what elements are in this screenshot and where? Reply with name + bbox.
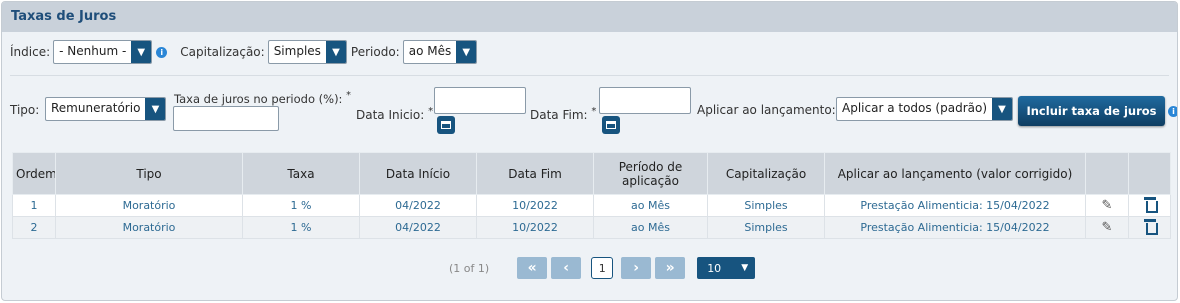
data-inicio-input[interactable] bbox=[434, 87, 526, 114]
chevron-down-icon: ▼ bbox=[456, 41, 477, 63]
data-inicio-label-text: Data Inicio: bbox=[356, 108, 425, 122]
incluir-taxa-button[interactable]: Incluir taxa de juros bbox=[1018, 96, 1165, 126]
cell-inicio: 04/2022 bbox=[359, 216, 477, 239]
capitalizacao-label: Capitalização: bbox=[180, 45, 265, 59]
last-page-button[interactable]: » bbox=[655, 257, 686, 279]
cell-edit: ✎ bbox=[1085, 216, 1129, 239]
current-page[interactable]: 1 bbox=[591, 257, 614, 279]
calendar-icon[interactable] bbox=[602, 116, 620, 134]
trash-icon[interactable] bbox=[1143, 219, 1158, 235]
capitalizacao-value: Simples bbox=[273, 44, 321, 58]
cell-fim: 10/2022 bbox=[476, 216, 594, 239]
taxas-de-juros-panel: Taxas de Juros Índice: - Nenhum - ▼ i Ca… bbox=[1, 1, 1178, 301]
cell-delete bbox=[1128, 216, 1171, 239]
data-fim-input[interactable] bbox=[599, 87, 691, 114]
taxa-label-text: Taxa de juros no periodo (%): bbox=[174, 91, 343, 106]
cell-taxa: 1 % bbox=[242, 194, 360, 217]
tipo-label: Tipo: bbox=[10, 103, 40, 117]
periodo-select[interactable]: ao Mês ▼ bbox=[402, 40, 478, 64]
cell-periodo: ao Mês bbox=[593, 216, 708, 239]
table-row[interactable]: 2 Moratório 1 % 04/2022 10/2022 ao Mês S… bbox=[12, 216, 1171, 239]
col-periodo[interactable]: Período de aplicação bbox=[593, 152, 708, 195]
col-taxa[interactable]: Taxa bbox=[242, 152, 360, 195]
panel-header: Taxas de Juros bbox=[2, 2, 1177, 32]
divider bbox=[10, 75, 1169, 76]
required-mark: * bbox=[346, 90, 351, 101]
cell-aplicar: Prestação Alimenticia: 15/04/2022 bbox=[824, 216, 1086, 239]
periodo-label: Periodo: bbox=[350, 45, 400, 59]
calendar-icon[interactable] bbox=[437, 116, 455, 134]
cell-inicio: 04/2022 bbox=[359, 194, 477, 217]
cell-ordem: 1 bbox=[12, 194, 56, 217]
indice-value: - Nenhum - bbox=[59, 44, 127, 58]
cell-aplicar: Prestação Alimenticia: 15/04/2022 bbox=[824, 194, 1086, 217]
indice-label: Índice: bbox=[10, 45, 51, 59]
tipo-value: Remuneratório bbox=[51, 101, 141, 115]
filter-row: Índice: - Nenhum - ▼ i Capitalização: Si… bbox=[10, 40, 478, 64]
chevron-down-icon: ▼ bbox=[325, 41, 346, 63]
cell-tipo: Moratório bbox=[55, 194, 243, 217]
cell-edit: ✎ bbox=[1085, 194, 1129, 217]
cell-delete bbox=[1128, 194, 1171, 217]
cell-cap: Simples bbox=[707, 216, 825, 239]
page-summary: (1 of 1) bbox=[449, 261, 490, 275]
data-inicio-label: Data Inicio: * bbox=[356, 106, 433, 122]
cell-taxa: 1 % bbox=[242, 216, 360, 239]
chevron-down-icon: ▼ bbox=[145, 98, 166, 120]
periodo-value: ao Mês bbox=[408, 44, 452, 58]
taxa-input[interactable] bbox=[173, 106, 279, 131]
chevron-down-icon: ▼ bbox=[992, 98, 1013, 120]
cell-tipo: Moratório bbox=[55, 216, 243, 239]
required-mark: * bbox=[428, 106, 434, 117]
indice-select[interactable]: - Nenhum - ▼ bbox=[53, 40, 153, 64]
next-page-button[interactable]: › bbox=[621, 257, 652, 279]
col-delete bbox=[1128, 152, 1171, 195]
page-size-select[interactable]: 10 ▼ bbox=[697, 257, 756, 279]
aplicar-select[interactable]: Aplicar a todos (padrão) ▼ bbox=[836, 97, 1014, 121]
cell-periodo: ao Mês bbox=[593, 194, 708, 217]
col-tipo[interactable]: Tipo bbox=[55, 152, 243, 195]
edit-icon[interactable]: ✎ bbox=[1102, 220, 1113, 235]
table-header-row: Ordem Tipo Taxa Data Início Data Fim Per… bbox=[12, 152, 1171, 195]
chevron-down-icon: ▼ bbox=[131, 41, 152, 63]
data-fim-label: Data Fim: * bbox=[530, 106, 596, 122]
aplicar-label: Aplicar ao lançamento: bbox=[697, 103, 836, 117]
col-edit bbox=[1085, 152, 1129, 195]
cell-fim: 10/2022 bbox=[476, 194, 594, 217]
page-size-value: 10 bbox=[707, 261, 722, 275]
table-row[interactable]: 1 Moratório 1 % 04/2022 10/2022 ao Mês S… bbox=[12, 194, 1171, 217]
col-ordem[interactable]: Ordem bbox=[12, 152, 56, 195]
edit-icon[interactable]: ✎ bbox=[1102, 198, 1113, 213]
trash-icon[interactable] bbox=[1143, 197, 1158, 213]
paginator: (1 of 1) « ‹ 1 › » 10 ▼ bbox=[449, 257, 756, 279]
first-page-button[interactable]: « bbox=[517, 257, 548, 279]
col-data-inicio[interactable]: Data Início bbox=[359, 152, 477, 195]
panel-title: Taxas de Juros bbox=[11, 9, 117, 24]
taxas-table: Ordem Tipo Taxa Data Início Data Fim Per… bbox=[12, 152, 1171, 239]
col-data-fim[interactable]: Data Fim bbox=[476, 152, 594, 195]
prev-page-button[interactable]: ‹ bbox=[551, 257, 582, 279]
aplicar-value: Aplicar a todos (padrão) bbox=[842, 101, 988, 115]
chevron-down-icon: ▼ bbox=[741, 263, 749, 273]
cell-ordem: 2 bbox=[12, 216, 56, 239]
cell-cap: Simples bbox=[707, 194, 825, 217]
required-mark: * bbox=[591, 106, 597, 117]
info-icon[interactable]: i bbox=[1168, 106, 1177, 117]
col-aplicar[interactable]: Aplicar ao lançamento (valor corrigido) bbox=[824, 152, 1086, 195]
tipo-select[interactable]: Remuneratório ▼ bbox=[45, 97, 167, 121]
data-fim-label-text: Data Fim: bbox=[530, 108, 588, 122]
col-capitalizacao[interactable]: Capitalização bbox=[707, 152, 825, 195]
capitalizacao-select[interactable]: Simples ▼ bbox=[267, 40, 347, 64]
taxa-label: Taxa de juros no periodo (%): * bbox=[174, 90, 351, 106]
info-icon[interactable]: i bbox=[156, 46, 168, 58]
